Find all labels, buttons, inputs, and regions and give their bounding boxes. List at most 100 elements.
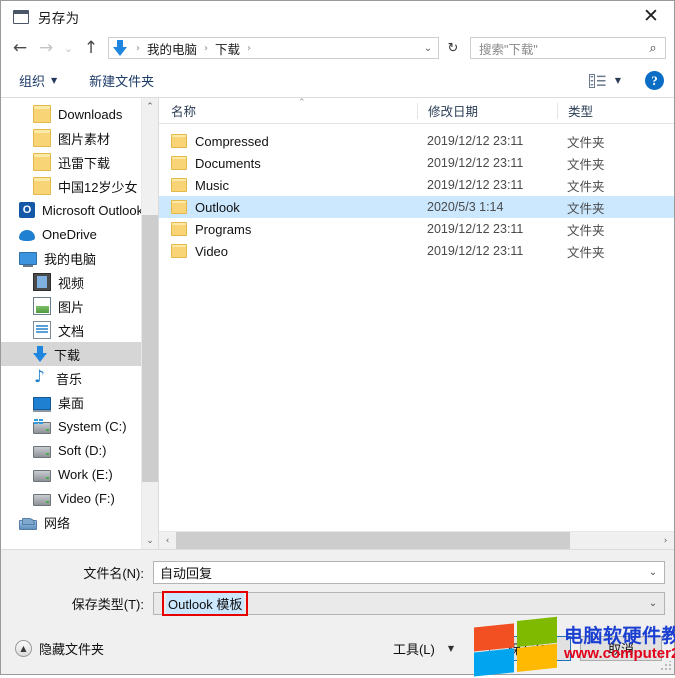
sidebar-item-2[interactable]: 迅雷下载 [1, 150, 141, 174]
up-arrow-icon[interactable]: ↑ [78, 35, 104, 61]
file-date: 2019/12/12 23:11 [427, 178, 524, 192]
file-name: Programs [195, 221, 252, 237]
file-name: Music [195, 177, 229, 193]
sidebar-item-5[interactable]: OneDrive [1, 222, 141, 246]
refresh-icon[interactable]: ↻ [442, 37, 464, 59]
back-arrow-icon[interactable]: ← [7, 35, 33, 61]
chevron-down-icon: ▼ [51, 76, 58, 85]
sidebar-item-12[interactable]: 桌面 [1, 390, 141, 414]
column-header-2[interactable]: 类型 [557, 102, 647, 119]
sidebar-item-17[interactable]: 网络 [1, 510, 141, 534]
forward-arrow-icon[interactable]: → [33, 35, 59, 61]
sort-indicator-icon: ⌃ [298, 98, 306, 108]
search-input[interactable]: 搜索"下载" [471, 39, 641, 58]
file-name-cell: Programs [159, 222, 417, 237]
savetype-label: 保存类型(T): [71, 597, 144, 612]
content-split: Downloads 图片素材迅雷下载中国12岁少女 Microsoft Outloo… [1, 98, 674, 549]
sidebar-item-14[interactable]: Soft (D:) [1, 438, 141, 462]
resize-grip-icon[interactable] [661, 661, 671, 671]
sidebar-item-label: Work (E:) [58, 466, 113, 482]
search-box[interactable]: 搜索"下载" ⌕ [470, 37, 666, 59]
sidebar-item-9[interactable]: 文档 [1, 318, 141, 342]
scroll-left-icon[interactable]: ‹ [159, 536, 176, 546]
sidebar-item-7[interactable]: 视频 [1, 270, 141, 294]
hscroll-track[interactable] [176, 532, 657, 549]
table-row[interactable]: Video 2019/12/12 23:11 文件夹 [159, 240, 674, 262]
sidebar-item-label: Microsoft Outlook [42, 202, 141, 218]
drive-icon [33, 493, 51, 506]
sidebar-item-3[interactable]: 中国12岁少女 [1, 174, 141, 198]
breadcrumb-item-1[interactable]: 下载 [213, 39, 242, 58]
folder-icon [171, 244, 187, 258]
savetype-combobox[interactable]: Outlook 模板 ⌄ [153, 591, 665, 616]
hide-folders-button[interactable]: ▲ 隐藏文件夹 [15, 639, 104, 658]
cancel-button[interactable]: 取消 [580, 635, 662, 661]
scroll-down-icon[interactable]: ⌄ [142, 532, 158, 549]
sidebar-item-16[interactable]: Video (F:) [1, 486, 141, 510]
help-button[interactable]: ? [645, 71, 664, 90]
sidebar-item-8[interactable]: 图片 [1, 294, 141, 318]
chevron-down-icon[interactable]: ⌄ [418, 43, 438, 54]
sidebar-item-13[interactable]: System (C:) [1, 414, 141, 438]
recent-locations-icon[interactable]: ⌄ [59, 35, 78, 61]
sidebar-item-0[interactable]: Downloads [1, 102, 141, 126]
sidebar-item-15[interactable]: Work (E:) [1, 462, 141, 486]
sidebar-item-label: Downloads [58, 106, 123, 122]
window-title: 另存为 [38, 10, 80, 26]
scroll-up-icon[interactable]: ⌃ [142, 98, 158, 115]
sidebar-item-label: 下载 [54, 347, 81, 363]
folder-icon [171, 178, 187, 192]
folder-icon [171, 222, 187, 236]
organize-button[interactable]: 组织 ▼ [19, 71, 57, 90]
file-type: 文件夹 [567, 179, 605, 194]
scroll-track[interactable] [142, 115, 158, 532]
scroll-right-icon[interactable]: › [657, 536, 674, 546]
hscroll-thumb[interactable] [176, 532, 571, 549]
navigation-scrollbar[interactable]: ⌃ ⌄ [141, 98, 158, 549]
table-row[interactable]: Music 2019/12/12 23:11 文件夹 [159, 174, 674, 196]
chevron-down-icon[interactable]: ⌄ [642, 598, 664, 609]
sidebar-item-label: 音乐 [56, 371, 83, 387]
table-row[interactable]: Documents 2019/12/12 23:11 文件夹 [159, 152, 674, 174]
tools-label: 工具(L) [392, 641, 435, 657]
sidebar-item-6[interactable]: 我的电脑 [1, 246, 141, 270]
breadcrumb-sep-1: › [204, 42, 209, 54]
sidebar-item-4[interactable]: Microsoft Outlook [1, 198, 141, 222]
pictures-icon [33, 297, 51, 315]
folder-icon [33, 177, 51, 195]
tools-button[interactable]: 工具(L) ▼ [393, 639, 454, 658]
table-row[interactable]: Compressed 2019/12/12 23:11 文件夹 [159, 130, 674, 152]
file-name-cell: Music [159, 178, 417, 193]
sidebar-item-1[interactable]: 图片素材 [1, 126, 141, 150]
table-row[interactable]: Outlook 2020/5/3 1:14 文件夹 [159, 196, 674, 218]
close-icon[interactable]: ✕ [628, 1, 674, 32]
network-icon [19, 517, 37, 530]
folder-tree[interactable]: Downloads 图片素材迅雷下载中国12岁少女 Microsoft Outloo… [1, 98, 141, 549]
sidebar-item-label: 我的电脑 [44, 251, 97, 267]
folder-icon [33, 153, 51, 171]
table-row[interactable]: Programs 2019/12/12 23:11 文件夹 [159, 218, 674, 240]
file-date: 2019/12/12 23:11 [427, 244, 524, 258]
sidebar-item-label: 桌面 [58, 395, 85, 411]
column-header-0[interactable]: 名称 [159, 103, 417, 119]
file-name-cell: Outlook [159, 200, 417, 215]
sidebar-item-10[interactable]: 下载 [1, 342, 141, 366]
view-layout-icon[interactable]: ▼ [588, 73, 621, 88]
address-bar[interactable]: › 我的电脑 › 下载 › ⌄ [108, 37, 439, 59]
file-name: Video [195, 243, 229, 259]
savetype-value[interactable]: Outlook 模板 [166, 593, 245, 614]
file-list[interactable]: Compressed 2019/12/12 23:11 文件夹 Documents 20… [159, 124, 674, 531]
scroll-thumb[interactable] [142, 215, 158, 482]
new-folder-button[interactable]: 新建文件夹 [89, 71, 154, 90]
filename-input[interactable]: 自动回复 [154, 563, 642, 582]
chevron-down-icon[interactable]: ⌄ [642, 567, 664, 578]
save-button[interactable]: 保存(S) [489, 635, 571, 661]
sidebar-item-11[interactable]: 音乐 [1, 366, 141, 390]
breadcrumb-sep-2: › [247, 42, 252, 54]
file-list-hscrollbar[interactable]: ‹ › [159, 531, 674, 549]
filename-combobox[interactable]: 自动回复 ⌄ [153, 561, 665, 584]
column-header-1[interactable]: 修改日期 [417, 102, 557, 119]
search-icon: ⌕ [649, 40, 657, 56]
chevron-up-circle-icon: ▲ [15, 639, 32, 657]
breadcrumb-item-0[interactable]: 我的电脑 [145, 39, 199, 58]
